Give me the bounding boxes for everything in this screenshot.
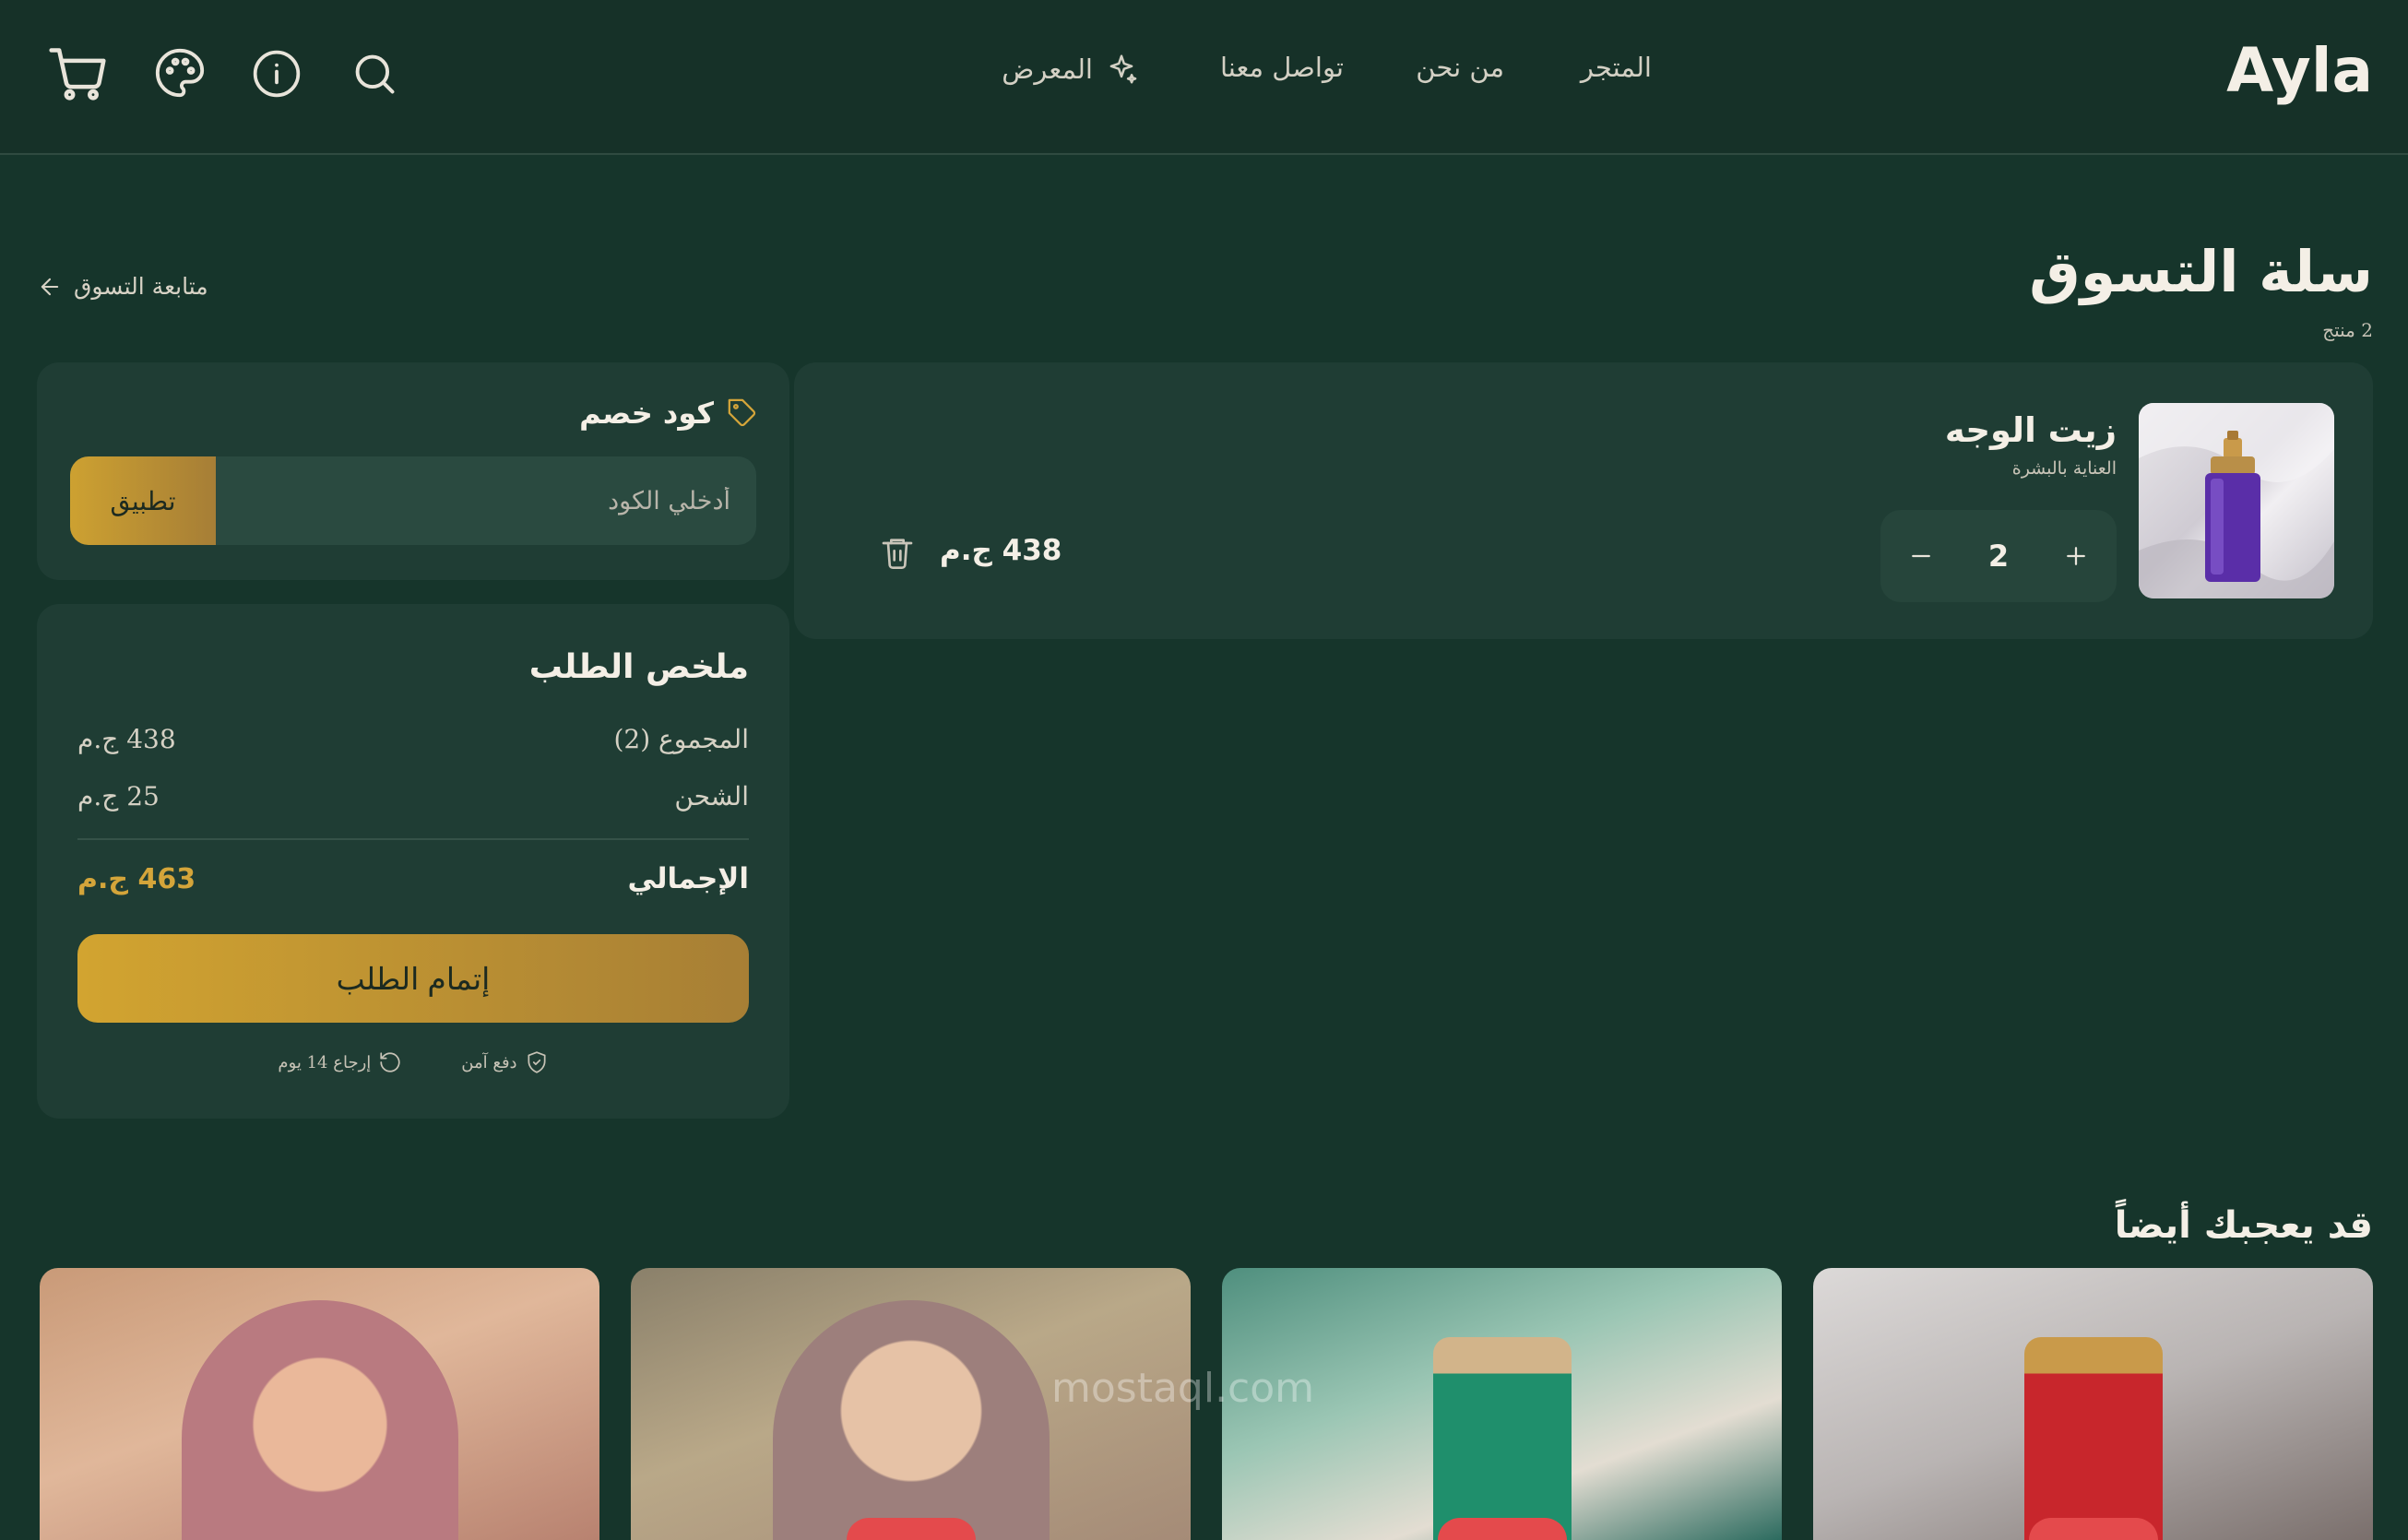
coupon-card: كود خصم تطبيق: [37, 362, 789, 580]
shipping-value: 25 ج.م: [77, 781, 160, 811]
model-portrait-image: [181, 1300, 458, 1540]
model-hijab-image: [772, 1300, 1050, 1540]
shipping-row: الشحن 25 ج.م: [77, 781, 749, 811]
rotate-ccw-icon: [380, 1052, 400, 1072]
decrease-quantity-button[interactable]: [1899, 534, 1943, 578]
recommended-product-card[interactable]: [1813, 1268, 2373, 1540]
plus-icon: [2067, 547, 2085, 565]
product-category: العناية بالبشرة: [2011, 458, 2117, 479]
product-name[interactable]: زيت الوجه: [1945, 410, 2117, 450]
coupon-code-input[interactable]: [216, 456, 756, 545]
quantity-value: 2: [1987, 539, 2010, 574]
nav-contact[interactable]: تواصل معنا: [1220, 52, 1344, 83]
summary-title: ملخص الطلب: [528, 648, 749, 686]
increase-quantity-button[interactable]: [2054, 534, 2098, 578]
coupon-title-label: كود خصم: [579, 396, 714, 431]
watermark: mostaql.com: [1051, 1365, 1315, 1412]
total-value: 463 ج.م: [77, 862, 196, 895]
nav-about[interactable]: من نحن: [1416, 52, 1504, 83]
quantity-stepper: 2: [1880, 510, 2117, 602]
apply-coupon-button[interactable]: تطبيق: [70, 456, 216, 545]
search-icon[interactable]: [350, 50, 398, 98]
red-serum-bottle-image: [2023, 1337, 2163, 1540]
trash-icon[interactable]: [879, 534, 916, 571]
shield-check-icon: [528, 1051, 546, 1073]
brand-logo[interactable]: Ayla: [2226, 35, 2373, 106]
coupon-title: كود خصم: [579, 396, 758, 431]
sparkles-icon: [1109, 54, 1137, 84]
info-icon[interactable]: [251, 48, 302, 100]
total-row: الإجمالي 463 ج.م: [77, 862, 749, 895]
checkout-button[interactable]: إتمام الطلب: [77, 934, 749, 1023]
nav-gallery-label: المعرض: [1002, 53, 1093, 85]
subtotal-label: المجموع (2): [613, 724, 749, 754]
line-item-price: 438 ج.م: [940, 534, 1062, 567]
site-header: Ayla المتجر من نحن تواصل معنا المعرض: [0, 0, 2408, 155]
tag-icon: [728, 398, 756, 427]
sale-badge: [1437, 1518, 1567, 1540]
page-title: سلة التسوق: [2029, 238, 2373, 305]
subtotal-value: 438 ج.م: [77, 724, 176, 754]
sale-badge: [846, 1518, 976, 1540]
perfume-bottle-image[interactable]: [2139, 403, 2334, 598]
arrow-left-icon: [41, 278, 59, 295]
total-label: الإجمالي: [627, 862, 749, 895]
green-serum-bottle-image: [1432, 1337, 1572, 1540]
cart-item-count: 2 منتج: [2322, 319, 2373, 341]
sale-badge: [2028, 1518, 2158, 1540]
returns-label: إرجاع 14 يوم: [278, 1052, 372, 1072]
minus-icon: [1912, 554, 1930, 558]
subtotal-row: المجموع (2) 438 ج.م: [77, 724, 749, 754]
secure-payment-badge: دفع آمن: [461, 1050, 548, 1074]
nav-shop[interactable]: المتجر: [1581, 52, 1652, 83]
palette-icon[interactable]: [153, 46, 207, 100]
returns-badge: إرجاع 14 يوم: [278, 1050, 402, 1074]
trust-badges: دفع آمن إرجاع 14 يوم: [37, 1050, 789, 1074]
cart-icon[interactable]: [46, 42, 109, 105]
recommended-product-card[interactable]: [40, 1268, 599, 1540]
continue-shopping-label: متابعة التسوق: [74, 273, 208, 300]
recommendations-title: قد يعجبك أيضاً: [2114, 1204, 2373, 1247]
shipping-label: الشحن: [674, 781, 749, 811]
secure-payment-label: دفع آمن: [461, 1052, 517, 1072]
order-summary-card: ملخص الطلب المجموع (2) 438 ج.م الشحن 25 …: [37, 604, 789, 1119]
cart-item-card: زيت الوجه العناية بالبشرة 2 438 ج.م: [794, 362, 2373, 639]
continue-shopping-link[interactable]: متابعة التسوق: [37, 273, 208, 300]
nav-gallery[interactable]: المعرض: [1002, 52, 1139, 87]
summary-divider: [77, 838, 749, 840]
